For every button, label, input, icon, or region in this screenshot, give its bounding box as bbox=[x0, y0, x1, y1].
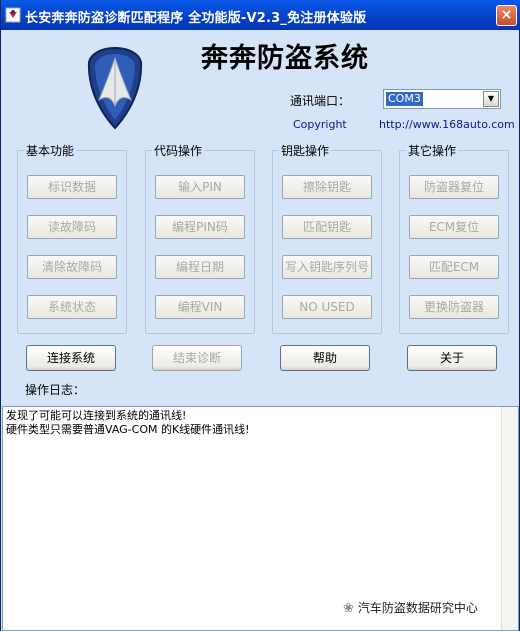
app-window: 长安奔奔防盗诊断匹配程序 全功能版-V2.3_免注册体验版 × 奔奔防盗系统 通… bbox=[0, 0, 520, 631]
log-textarea[interactable]: 发现了可能可以连接到系统的通讯线! 硬件类型只需要普通VAG-COM 的K线硬件… bbox=[2, 406, 519, 631]
program-date-button[interactable]: 编程日期 bbox=[155, 255, 245, 279]
copyright-text: Copyright bbox=[293, 118, 347, 131]
website-url: http://www.168auto.com bbox=[379, 118, 515, 131]
watermark-text: 汽车防盗数据研究中心 bbox=[357, 601, 478, 615]
brand-logo bbox=[87, 46, 143, 130]
end-diagnosis-button[interactable]: 结束诊断 bbox=[152, 345, 242, 371]
log-line: 发现了可能可以连接到系统的通讯线! bbox=[6, 409, 187, 422]
erase-keys-button[interactable]: 擦除钥匙 bbox=[282, 175, 372, 199]
group-label: 基本功能 bbox=[24, 142, 77, 159]
help-button[interactable]: 帮助 bbox=[280, 345, 370, 371]
group-label: 钥匙操作 bbox=[279, 142, 332, 159]
clear-fault-codes-button[interactable]: 清除故障码 bbox=[27, 255, 117, 279]
no-used-button[interactable]: NO USED bbox=[282, 295, 372, 319]
port-value: COM3 bbox=[386, 92, 423, 106]
vertical-scrollbar[interactable] bbox=[501, 407, 518, 630]
group-code: 代码操作 输入PIN 编程PIN码 编程日期 编程VIN bbox=[145, 142, 255, 334]
title-bar[interactable]: 长安奔奔防盗诊断匹配程序 全功能版-V2.3_免注册体验版 × bbox=[1, 0, 520, 30]
group-key: 钥匙操作 擦除钥匙 匹配钥匙 写入钥匙序列号 NO USED bbox=[272, 142, 382, 334]
log-label: 操作日志： bbox=[25, 383, 86, 397]
wechat-icon: ❀ bbox=[343, 601, 354, 616]
input-pin-button[interactable]: 输入PIN bbox=[155, 175, 245, 199]
system-status-button[interactable]: 系统状态 bbox=[27, 295, 117, 319]
immobilizer-reset-button[interactable]: 防盗器复位 bbox=[409, 175, 499, 199]
window-title: 长安奔奔防盗诊断匹配程序 全功能版-V2.3_免注册体验版 bbox=[25, 11, 367, 26]
port-label: 通讯端口： bbox=[290, 94, 351, 108]
group-label: 代码操作 bbox=[152, 142, 205, 159]
write-key-serial-button[interactable]: 写入钥匙序列号 bbox=[282, 255, 372, 279]
port-select[interactable]: COM3 ▼ bbox=[383, 89, 501, 109]
app-title: 奔奔防盗系统 bbox=[201, 43, 369, 74]
group-other: 其它操作 防盗器复位 ECM复位 匹配ECM 更换防盗器 bbox=[399, 142, 509, 334]
dropdown-arrow-icon[interactable]: ▼ bbox=[483, 91, 499, 107]
about-button[interactable]: 关于 bbox=[407, 345, 497, 371]
app-icon bbox=[5, 7, 21, 23]
watermark: ❀ 汽车防盗数据研究中心 bbox=[343, 599, 478, 616]
connect-button[interactable]: 连接系统 bbox=[26, 345, 116, 371]
match-ecm-button[interactable]: 匹配ECM bbox=[409, 255, 499, 279]
match-keys-button[interactable]: 匹配钥匙 bbox=[282, 215, 372, 239]
program-vin-button[interactable]: 编程VIN bbox=[155, 295, 245, 319]
program-pin-button[interactable]: 编程PIN码 bbox=[155, 215, 245, 239]
close-button[interactable]: × bbox=[496, 5, 517, 26]
log-line: 硬件类型只需要普通VAG-COM 的K线硬件通讯线! bbox=[6, 423, 250, 436]
replace-immobilizer-button[interactable]: 更换防盗器 bbox=[409, 295, 499, 319]
group-basic: 基本功能 标识数据 读故障码 清除故障码 系统状态 bbox=[17, 142, 127, 334]
group-label: 其它操作 bbox=[406, 142, 459, 159]
id-data-button[interactable]: 标识数据 bbox=[27, 175, 117, 199]
read-fault-codes-button[interactable]: 读故障码 bbox=[27, 215, 117, 239]
ecm-reset-button[interactable]: ECM复位 bbox=[409, 215, 499, 239]
